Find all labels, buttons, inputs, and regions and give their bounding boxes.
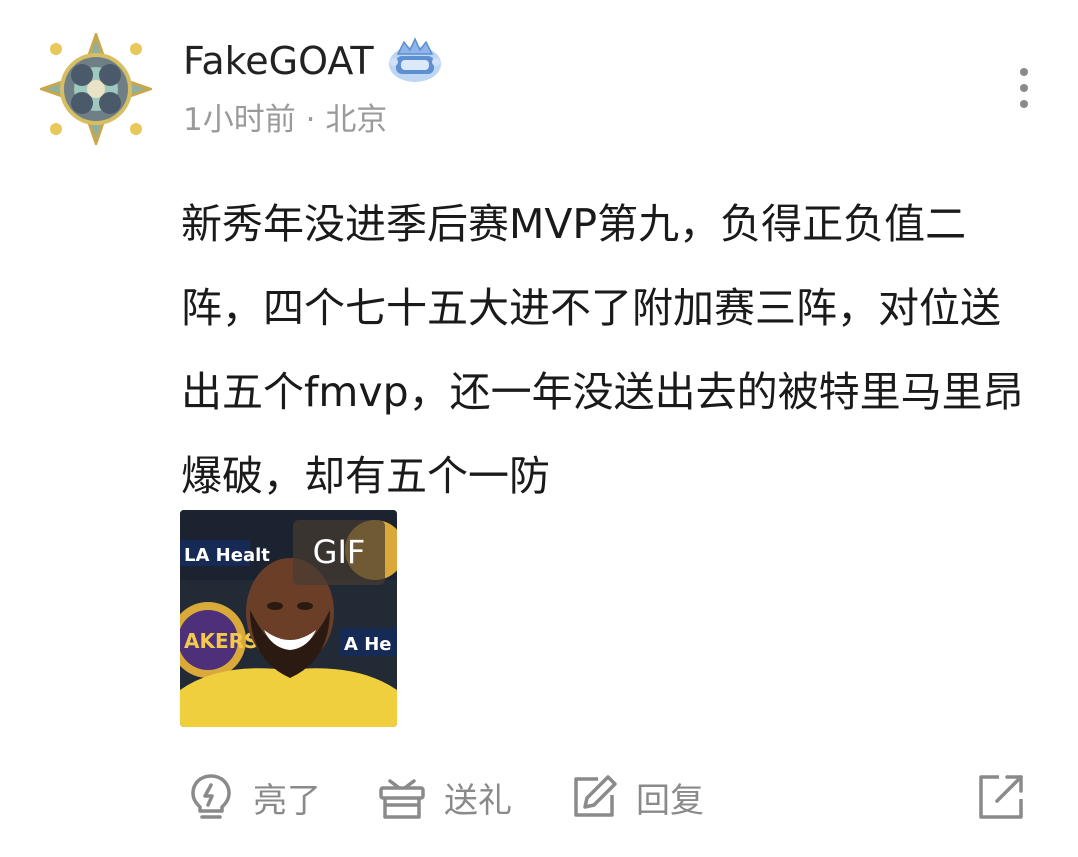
ornament-avatar-icon xyxy=(40,33,152,145)
more-vertical-icon[interactable] xyxy=(1002,64,1046,112)
post-time: 1小时前 xyxy=(183,102,296,138)
post-content: 新秀年没进季后赛MVP第九，负得正负值二阵，四个七十五大进不了附加赛三阵，对位送… xyxy=(181,200,1024,500)
edit-icon xyxy=(574,775,617,817)
gif-logo-text: AKERS xyxy=(184,629,258,653)
share-icon xyxy=(979,775,1023,819)
gif-banner-right: A He xyxy=(344,634,391,655)
gif-banner-left: LA Healt xyxy=(184,545,270,566)
light-label: 亮了 xyxy=(253,780,321,821)
gift-icon xyxy=(379,779,425,819)
meta-separator: · xyxy=(305,102,316,138)
share-button[interactable] xyxy=(975,762,1027,832)
gif-thumbnail[interactable]: AKERS LA Healt A He GIF xyxy=(180,510,397,727)
user-avatar[interactable] xyxy=(40,33,152,145)
crown-badge-icon xyxy=(386,36,444,86)
post-meta: 1小时前 · 北京 xyxy=(183,100,387,140)
reply-label: 回复 xyxy=(636,780,704,821)
gift-label: 送礼 xyxy=(444,780,512,821)
post-location: 北京 xyxy=(325,102,388,138)
action-bar: 亮了 送礼 回复 xyxy=(0,762,1078,832)
username[interactable]: FakeGOAT xyxy=(183,36,374,86)
reply-button[interactable]: 回复 xyxy=(568,762,704,832)
gift-button[interactable]: 送礼 xyxy=(376,762,512,832)
gif-label: GIF xyxy=(293,520,385,585)
light-button[interactable]: 亮了 xyxy=(185,762,321,832)
lightbulb-icon xyxy=(191,774,231,819)
comment-card: FakeGOAT 1小时前 · 北京 新秀年没进季后赛MVP第九，负得正负值二阵… xyxy=(0,0,1078,857)
